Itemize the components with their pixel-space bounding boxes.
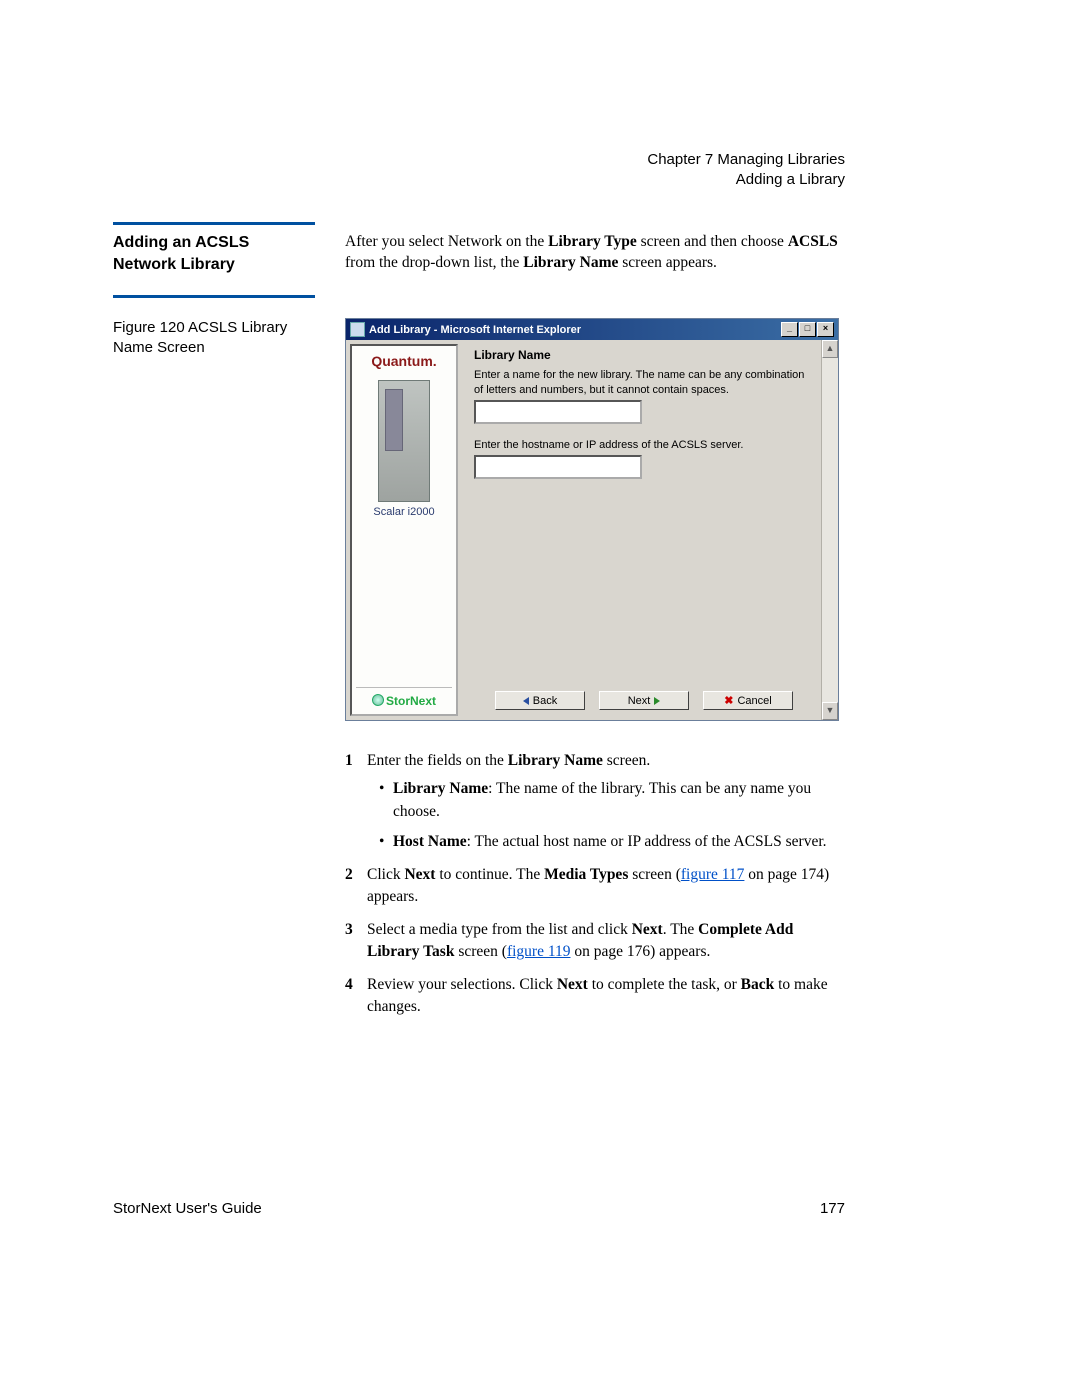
link-figure-119[interactable]: figure 119 xyxy=(507,943,571,960)
step-2: Click Next to continue. The Media Types … xyxy=(345,864,845,909)
ie-icon xyxy=(350,322,365,337)
link-figure-117[interactable]: figure 117 xyxy=(681,866,745,883)
acsls-hostname-input[interactable] xyxy=(474,455,642,479)
footer-guide-title: StorNext User's Guide xyxy=(113,1200,262,1217)
wizard-sidebar: Quantum. Scalar i2000 StorNext xyxy=(350,344,458,716)
figure-caption: Figure 120 ACSLS Library Name Screen xyxy=(113,318,315,359)
step-1-bullet-host-name: Host Name: The actual host name or IP ad… xyxy=(379,831,845,853)
scroll-down-button[interactable]: ▼ xyxy=(822,702,838,720)
stornext-icon xyxy=(372,694,384,706)
cancel-x-icon: ✖ xyxy=(724,694,733,707)
wizard-main: Library Name Enter a name for the new li… xyxy=(458,340,821,720)
footer-page-number: 177 xyxy=(820,1200,845,1217)
quantum-logo: Quantum. xyxy=(356,352,452,370)
back-button[interactable]: Back xyxy=(495,691,585,710)
window-title: Add Library - Microsoft Internet Explore… xyxy=(369,324,581,336)
section-label: Adding a Library xyxy=(647,170,845,190)
close-button[interactable]: × xyxy=(817,322,834,337)
scalar-label: Scalar i2000 xyxy=(356,506,452,518)
procedure-steps: Enter the fields on the Library Name scr… xyxy=(345,750,845,1029)
stornext-logo: StorNext xyxy=(356,687,452,708)
scroll-up-button[interactable]: ▲ xyxy=(822,340,838,358)
panel-heading: Library Name xyxy=(474,348,809,362)
cancel-button[interactable]: ✖ Cancel xyxy=(703,691,793,710)
step-1-bullet-library-name: Library Name: The name of the library. T… xyxy=(379,778,845,823)
library-name-input[interactable] xyxy=(474,400,642,424)
screenshot-add-library: Add Library - Microsoft Internet Explore… xyxy=(345,318,839,721)
step-4: Review your selections. Click Next to co… xyxy=(345,974,845,1019)
minimize-button[interactable]: _ xyxy=(781,322,798,337)
maximize-button[interactable]: □ xyxy=(799,322,816,337)
scrollbar[interactable]: ▲ ▼ xyxy=(821,340,838,720)
step-3: Select a media type from the list and cl… xyxy=(345,919,845,964)
rule-bottom xyxy=(113,295,315,298)
section-heading: Adding an ACSLS Network Library xyxy=(113,232,315,275)
instr-hostname: Enter the hostname or IP address of the … xyxy=(474,438,809,453)
next-arrow-icon xyxy=(654,697,660,705)
window-titlebar[interactable]: Add Library - Microsoft Internet Explore… xyxy=(346,319,838,340)
rule-top xyxy=(113,222,315,225)
instr-library-name: Enter a name for the new library. The na… xyxy=(474,368,809,398)
page-header: Chapter 7 Managing Libraries Adding a Li… xyxy=(647,150,845,191)
library-image xyxy=(378,380,430,502)
step-1: Enter the fields on the Library Name scr… xyxy=(345,750,845,854)
intro-paragraph: After you select Network on the Library … xyxy=(345,232,845,274)
next-button[interactable]: Next xyxy=(599,691,689,710)
back-arrow-icon xyxy=(523,697,529,705)
chapter-label: Chapter 7 Managing Libraries xyxy=(647,150,845,170)
